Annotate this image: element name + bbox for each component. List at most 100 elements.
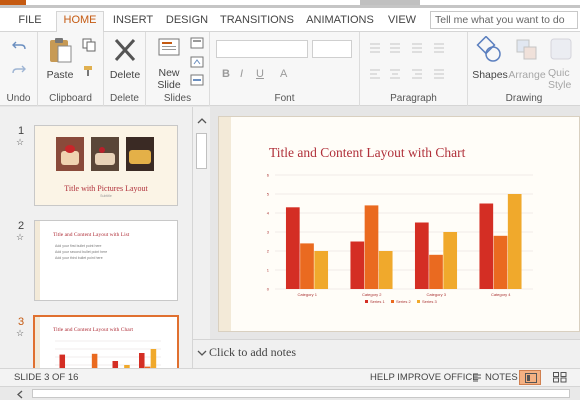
slide-number-1: 1 <box>18 125 25 137</box>
tab-view[interactable]: VIEW <box>384 12 420 32</box>
underline-icon[interactable]: U <box>256 68 264 80</box>
title-strip <box>0 0 580 8</box>
scroll-thumb[interactable] <box>196 133 207 169</box>
legend-swatch <box>417 300 420 303</box>
x-tick-label: Category 1 <box>297 292 317 297</box>
horizontal-scroll-thumb[interactable] <box>32 389 570 398</box>
slide-indicator: SLIDE 3 OF 16 <box>14 372 79 383</box>
y-tick-label: 4 <box>267 211 270 216</box>
tab-insert[interactable]: INSERT <box>110 12 156 32</box>
notes-collapse-icon[interactable] <box>197 349 207 357</box>
delete-button[interactable]: Delete <box>108 36 142 81</box>
notes-placeholder[interactable]: Click to add notes <box>209 345 296 360</box>
clipboard-group: Paste Clipboard <box>38 32 104 106</box>
copy-icon[interactable] <box>82 38 96 52</box>
quick-styles-button[interactable]: Quic Style <box>548 36 580 91</box>
font-name-dropdown[interactable] <box>216 40 308 58</box>
delete-group-label: Delete <box>110 93 139 104</box>
slide-thumbnail-2[interactable]: Title and Content Layout with List Add y… <box>34 220 178 301</box>
paste-button[interactable]: Paste <box>44 36 76 81</box>
bar-series-3-category-1 <box>314 251 329 289</box>
thumb-2-title: Title and Content Layout with List <box>53 232 130 238</box>
bar-series-2-category-1 <box>300 243 314 289</box>
list-controls-icon[interactable] <box>368 42 460 54</box>
y-tick-label: 2 <box>267 249 270 254</box>
clipboard-group-label: Clipboard <box>49 93 92 104</box>
horizontal-scrollbar[interactable] <box>0 386 580 400</box>
help-improve-office[interactable]: HELP IMPROVE OFFICE <box>370 372 479 383</box>
font-size-dropdown[interactable] <box>312 40 352 58</box>
bar-series-1-category-1 <box>285 207 300 289</box>
current-slide[interactable]: Title and Content Layout with Chart 0 1 2 3… <box>218 116 580 332</box>
pane-scrollbar[interactable] <box>192 107 210 368</box>
arrange-label: Arrange <box>508 69 546 81</box>
status-bar: SLIDE 3 OF 16 HELP IMPROVE OFFICE NOTES <box>0 368 580 386</box>
tab-animations[interactable]: ANIMATIONS <box>302 12 378 32</box>
powerpoint-window: FILE HOME INSERT DESIGN TRANSITIONS ANIM… <box>0 0 580 400</box>
x-tick-label: Category 4 <box>491 292 511 297</box>
new-slide-label-1: New <box>158 67 180 79</box>
notes-icon[interactable] <box>472 373 482 383</box>
tab-transitions[interactable]: TRANSITIONS <box>218 12 296 32</box>
thumb-3-title: Title and Content Layout with Chart <box>53 327 133 333</box>
bar-series-3-category-4 <box>507 194 522 289</box>
bold-icon[interactable]: B <box>222 68 230 80</box>
slide-thumbnail-1[interactable]: Title with Pictures Layout Subtitle <box>34 125 178 206</box>
thumb-photo-3 <box>126 137 154 171</box>
bar-series-2-category-2 <box>364 205 379 289</box>
scroll-up-icon[interactable] <box>197 117 207 125</box>
y-tick-label: 0 <box>267 287 270 292</box>
thumb-1-subtitle: Subtitle <box>100 194 112 198</box>
layout-icon[interactable] <box>190 37 204 49</box>
bar-series-2-category-4 <box>493 235 508 289</box>
paragraph-group: Paragraph <box>360 32 468 106</box>
slide-thumbnail-pane: 1 ☆ Title with Pictures Layout Subtitle … <box>0 107 192 368</box>
undo-group-label: Undo <box>6 93 31 104</box>
bar-series-1-category-1 <box>59 354 66 368</box>
font-group-label: Font <box>274 93 295 104</box>
thumb-photo-1 <box>56 137 84 171</box>
font-group: B I U A Font <box>210 32 360 106</box>
format-painter-icon[interactable] <box>82 64 96 78</box>
y-tick-label: 3 <box>267 230 270 235</box>
shapes-button[interactable]: Shapes <box>472 35 508 81</box>
font-color-icon[interactable]: A <box>280 68 287 80</box>
legend-label: Series 3 <box>422 299 437 304</box>
slide-chart[interactable]: 0 1 2 3 4 5 6 Category 1 Category 2 Category 3 Cat… <box>263 169 563 309</box>
y-tick-label: 1 <box>267 268 270 273</box>
normal-view-button[interactable] <box>519 370 541 385</box>
arrange-button[interactable]: Arrange <box>508 36 546 81</box>
slide-title[interactable]: Title and Content Layout with Chart <box>269 145 465 161</box>
new-slide-button[interactable]: New Slide <box>152 36 186 91</box>
notes-pane[interactable]: Click to add notes <box>193 339 580 368</box>
bar-series-3-category-4 <box>150 349 157 368</box>
ribbon-tabs: FILE HOME INSERT DESIGN TRANSITIONS ANIM… <box>0 8 580 33</box>
delete-group: Delete Delete <box>104 32 146 106</box>
tab-file[interactable]: FILE <box>10 12 50 32</box>
y-tick-label: 6 <box>267 173 270 178</box>
transition-star-icon: ☆ <box>16 137 25 147</box>
tab-home[interactable]: HOME <box>56 11 104 33</box>
slide-number-2: 2 <box>18 220 25 232</box>
notes-button[interactable]: NOTES <box>485 372 518 383</box>
slide-sorter-icon[interactable] <box>553 372 567 383</box>
y-tick-label: 5 <box>267 192 270 197</box>
drawing-group: Shapes Arrange Quic Style Drawing <box>468 32 580 106</box>
redo-icon[interactable] <box>12 64 26 76</box>
reset-icon[interactable] <box>190 56 204 68</box>
shapes-icon <box>476 35 501 62</box>
italic-icon[interactable]: I <box>240 68 243 80</box>
delete-x-icon <box>114 38 136 62</box>
tab-design[interactable]: DESIGN <box>162 12 212 32</box>
slide-side-band <box>219 117 231 331</box>
slides-group: New Slide Slides <box>146 32 210 106</box>
bar-series-1-category-4 <box>479 203 494 289</box>
scroll-left-icon[interactable] <box>16 390 24 399</box>
tell-me-search[interactable]: Tell me what you want to do <box>430 11 578 29</box>
quick-styles-label-1: Quic <box>548 67 570 79</box>
section-icon[interactable] <box>190 74 204 86</box>
undo-icon[interactable] <box>12 40 26 52</box>
alignment-icons[interactable] <box>368 68 460 80</box>
legend-label: Series 1 <box>370 299 385 304</box>
slide-thumbnail-3[interactable]: Title and Content Layout with Chart <box>33 315 179 368</box>
